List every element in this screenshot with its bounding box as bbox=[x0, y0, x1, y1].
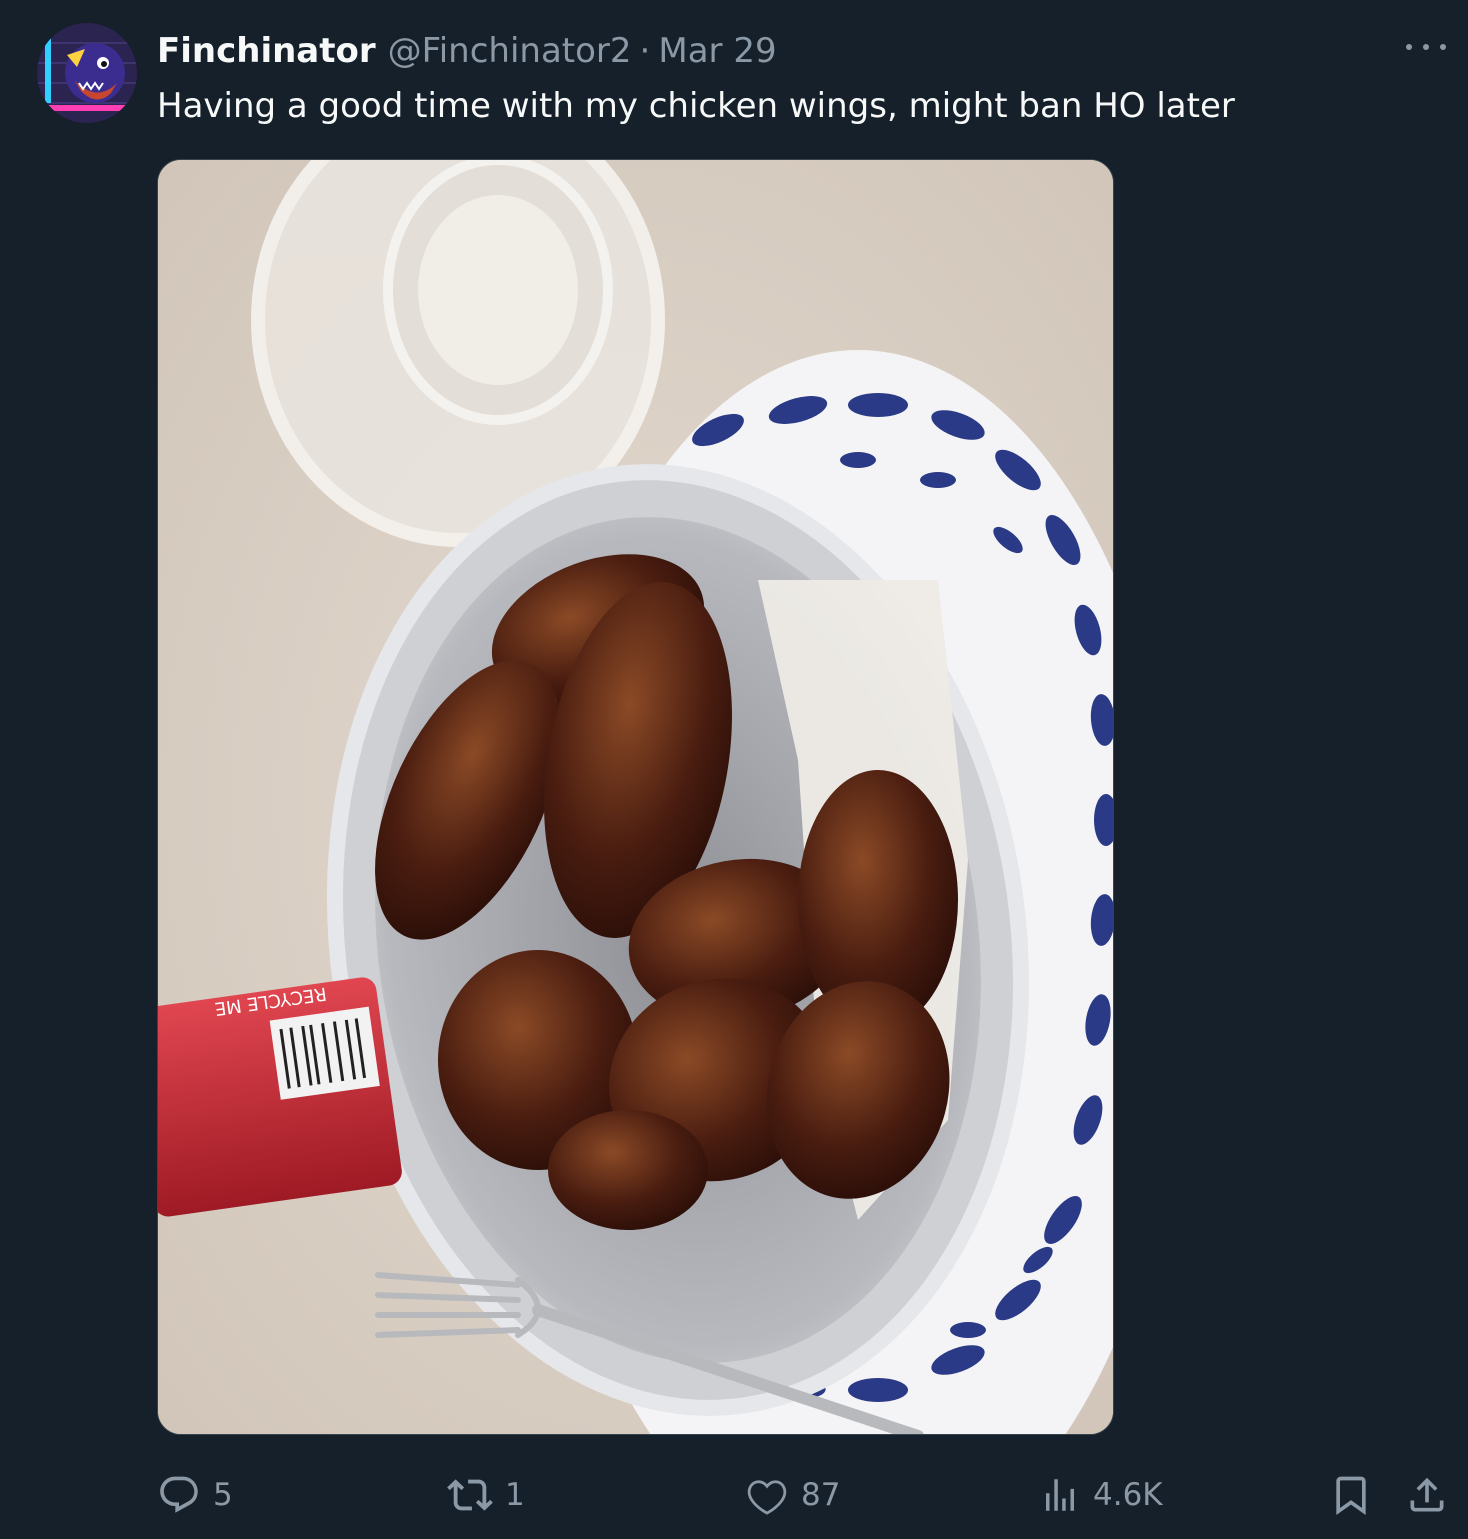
views-icon bbox=[1046, 1479, 1074, 1511]
chicken-wings-photo: RECYCLE ME bbox=[158, 160, 1113, 1434]
reply-button[interactable]: 5 bbox=[157, 1470, 233, 1520]
heart-icon bbox=[747, 1480, 787, 1515]
bookmark-button[interactable] bbox=[1329, 1470, 1373, 1520]
repost-button[interactable]: 1 bbox=[447, 1470, 525, 1520]
display-name[interactable]: Finchinator bbox=[157, 31, 376, 71]
like-count: 87 bbox=[801, 1477, 841, 1513]
reply-count: 5 bbox=[213, 1477, 233, 1513]
tweet-header: Finchinator @Finchinator2 · Mar 29 bbox=[157, 28, 777, 74]
more-icon[interactable] bbox=[1406, 32, 1446, 62]
user-handle[interactable]: @Finchinator2 bbox=[388, 31, 632, 71]
separator-dot: · bbox=[639, 31, 651, 71]
tweet-photo[interactable]: RECYCLE ME bbox=[157, 159, 1114, 1435]
reply-icon bbox=[160, 1476, 198, 1513]
action-bar: 5 1 87 4.6K bbox=[157, 1470, 1457, 1520]
bookmark-icon bbox=[1336, 1476, 1366, 1516]
share-icon bbox=[1410, 1477, 1444, 1512]
tweet[interactable]: Finchinator @Finchinator2 · Mar 29 Havin… bbox=[0, 0, 1468, 1539]
views-button[interactable]: 4.6K bbox=[1039, 1470, 1163, 1520]
repost-icon bbox=[447, 1479, 493, 1511]
avatar[interactable] bbox=[37, 23, 137, 123]
share-button[interactable] bbox=[1405, 1470, 1449, 1520]
repost-count: 1 bbox=[505, 1477, 525, 1513]
tweet-text: Having a good time with my chicken wings… bbox=[157, 86, 1235, 126]
tweet-date[interactable]: Mar 29 bbox=[658, 31, 776, 71]
views-count: 4.6K bbox=[1093, 1477, 1163, 1513]
like-button[interactable]: 87 bbox=[745, 1470, 840, 1520]
